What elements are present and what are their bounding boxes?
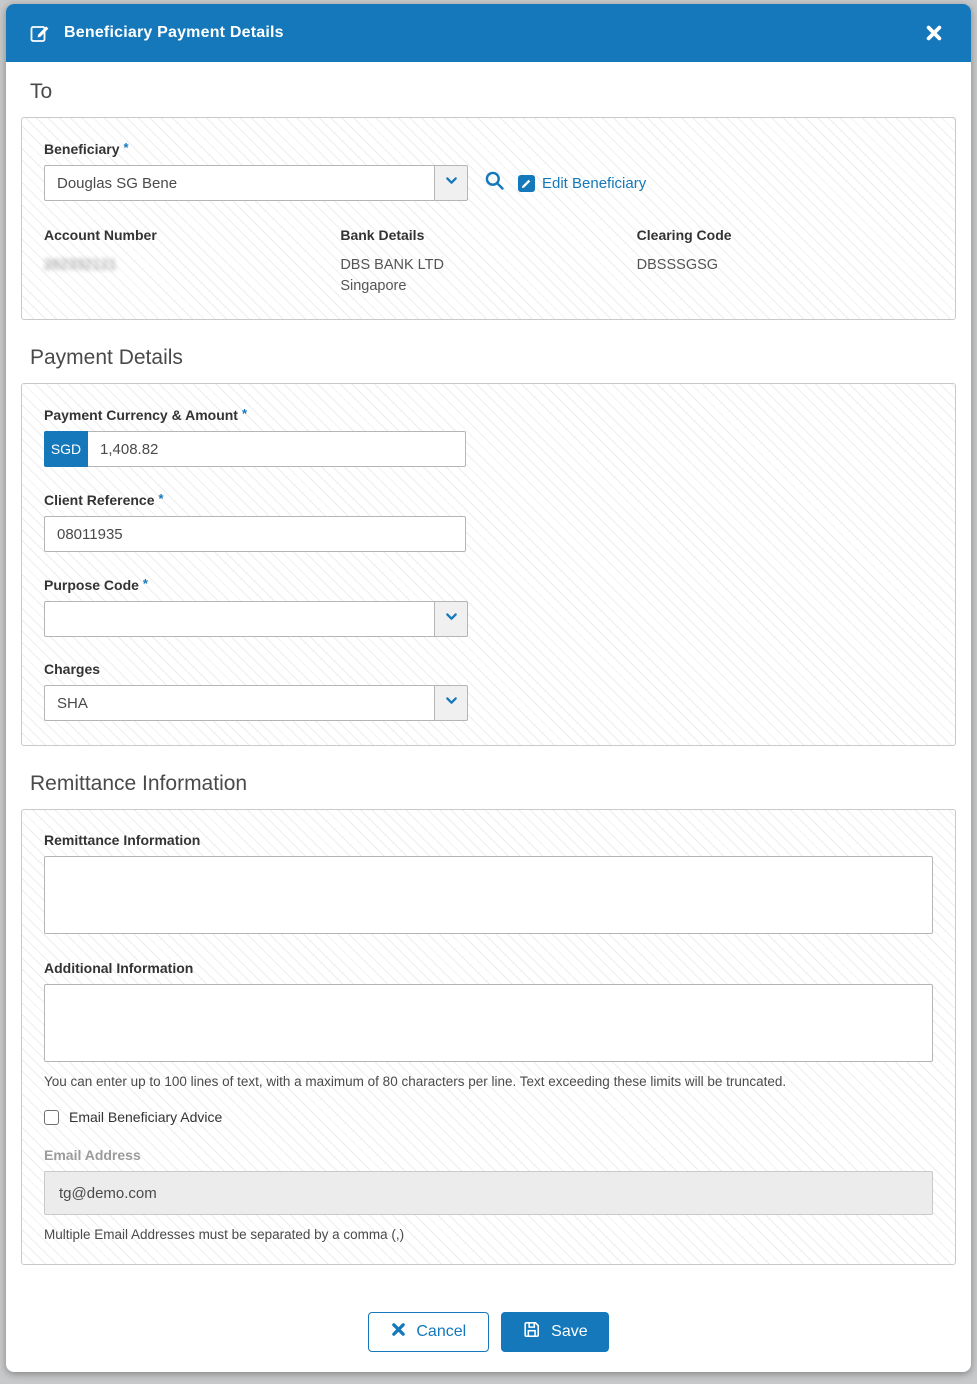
beneficiary-label: Beneficiary * xyxy=(44,140,129,157)
payment-details-heading: Payment Details xyxy=(30,346,183,370)
account-number-label: Account Number xyxy=(44,227,157,243)
beneficiary-select[interactable]: Douglas SG Bene xyxy=(44,165,468,201)
save-floppy-icon xyxy=(522,1320,541,1344)
required-asterisk: * xyxy=(142,576,148,592)
charges-label: Charges xyxy=(44,661,101,678)
edit-icon xyxy=(30,23,50,43)
chevron-down-icon xyxy=(444,693,459,713)
beneficiary-payment-details-modal: Beneficiary Payment Details To Beneficia… xyxy=(6,4,971,1372)
amount-input[interactable] xyxy=(88,431,466,468)
payment-details-panel: Payment Currency & Amount* SGD Client Re… xyxy=(21,383,956,747)
purpose-code-select-chevron[interactable] xyxy=(434,601,468,638)
edit-beneficiary-link[interactable]: Edit Beneficiary xyxy=(518,174,647,192)
to-heading: To xyxy=(30,80,53,103)
account-number-col: Account Number 262332121 xyxy=(44,227,340,297)
remittance-info-label: Remittance Information xyxy=(44,832,201,849)
search-icon xyxy=(484,170,505,196)
modal-body: To Beneficiary * Douglas SG Bene Edit Be… xyxy=(6,62,971,1274)
cancel-button-label: Cancel xyxy=(416,1323,467,1340)
clearing-code-col: Clearing Code DBSSSGSG xyxy=(637,227,933,297)
bank-details-label: Bank Details xyxy=(340,227,425,243)
clearing-code-label: Clearing Code xyxy=(636,227,732,243)
modal-footer: Cancel Save xyxy=(6,1312,971,1372)
beneficiary-select-value[interactable]: Douglas SG Bene xyxy=(44,165,435,201)
to-panel: Beneficiary * Douglas SG Bene Edit Benef… xyxy=(21,117,956,321)
modal-header: Beneficiary Payment Details xyxy=(6,4,971,62)
edit-beneficiary-label: Edit Beneficiary xyxy=(542,174,647,192)
chevron-down-icon xyxy=(444,609,459,629)
charges-select[interactable]: SHA xyxy=(44,685,468,722)
chevron-down-icon xyxy=(444,173,459,193)
bank-country-value: Singapore xyxy=(340,278,407,295)
purpose-code-select-value[interactable] xyxy=(44,601,435,638)
modal-title: Beneficiary Payment Details xyxy=(64,24,284,41)
email-beneficiary-advice-label: Email Beneficiary Advice xyxy=(69,1109,223,1126)
save-button[interactable]: Save xyxy=(501,1312,609,1352)
cancel-x-icon xyxy=(391,1322,406,1342)
email-address-input xyxy=(44,1171,933,1216)
text-limits-note: You can enter up to 100 lines of text, w… xyxy=(44,1074,787,1090)
currency-badge: SGD xyxy=(44,431,88,468)
remittance-panel: Remittance Information Additional Inform… xyxy=(21,809,956,1266)
purpose-code-label: Purpose Code * xyxy=(44,576,148,594)
purpose-code-select[interactable] xyxy=(44,601,468,638)
bank-details-col: Bank Details DBS BANK LTD Singapore xyxy=(340,227,636,297)
currency-amount-label: Payment Currency & Amount * xyxy=(44,406,248,424)
remittance-info-textarea[interactable] xyxy=(44,856,933,935)
additional-info-label: Additional Information xyxy=(44,960,194,977)
close-icon[interactable] xyxy=(921,20,947,46)
save-button-label: Save xyxy=(551,1323,588,1340)
cancel-button[interactable]: Cancel xyxy=(368,1312,490,1352)
edit-beneficiary-icon xyxy=(518,174,535,192)
search-beneficiary-button[interactable] xyxy=(482,171,506,195)
client-reference-label: Client Reference * xyxy=(44,491,164,509)
email-beneficiary-advice-checkbox[interactable] xyxy=(44,1109,59,1125)
account-number-value: 262332121 xyxy=(44,257,117,273)
required-asterisk: * xyxy=(123,140,129,155)
remittance-heading: Remittance Information xyxy=(30,772,248,796)
client-reference-input[interactable] xyxy=(44,516,466,553)
email-address-label: Email Address xyxy=(44,1147,141,1164)
additional-info-textarea[interactable] xyxy=(44,984,933,1063)
clearing-code-value: DBSSSGSG xyxy=(636,257,719,273)
required-asterisk: * xyxy=(241,406,248,422)
bank-name-value: DBS BANK LTD xyxy=(340,257,445,273)
email-separator-note: Multiple Email Addresses must be separat… xyxy=(44,1227,405,1243)
charges-select-value[interactable]: SHA xyxy=(44,685,435,722)
beneficiary-select-chevron[interactable] xyxy=(434,165,468,201)
charges-select-chevron[interactable] xyxy=(434,685,468,722)
required-asterisk: * xyxy=(158,491,164,507)
